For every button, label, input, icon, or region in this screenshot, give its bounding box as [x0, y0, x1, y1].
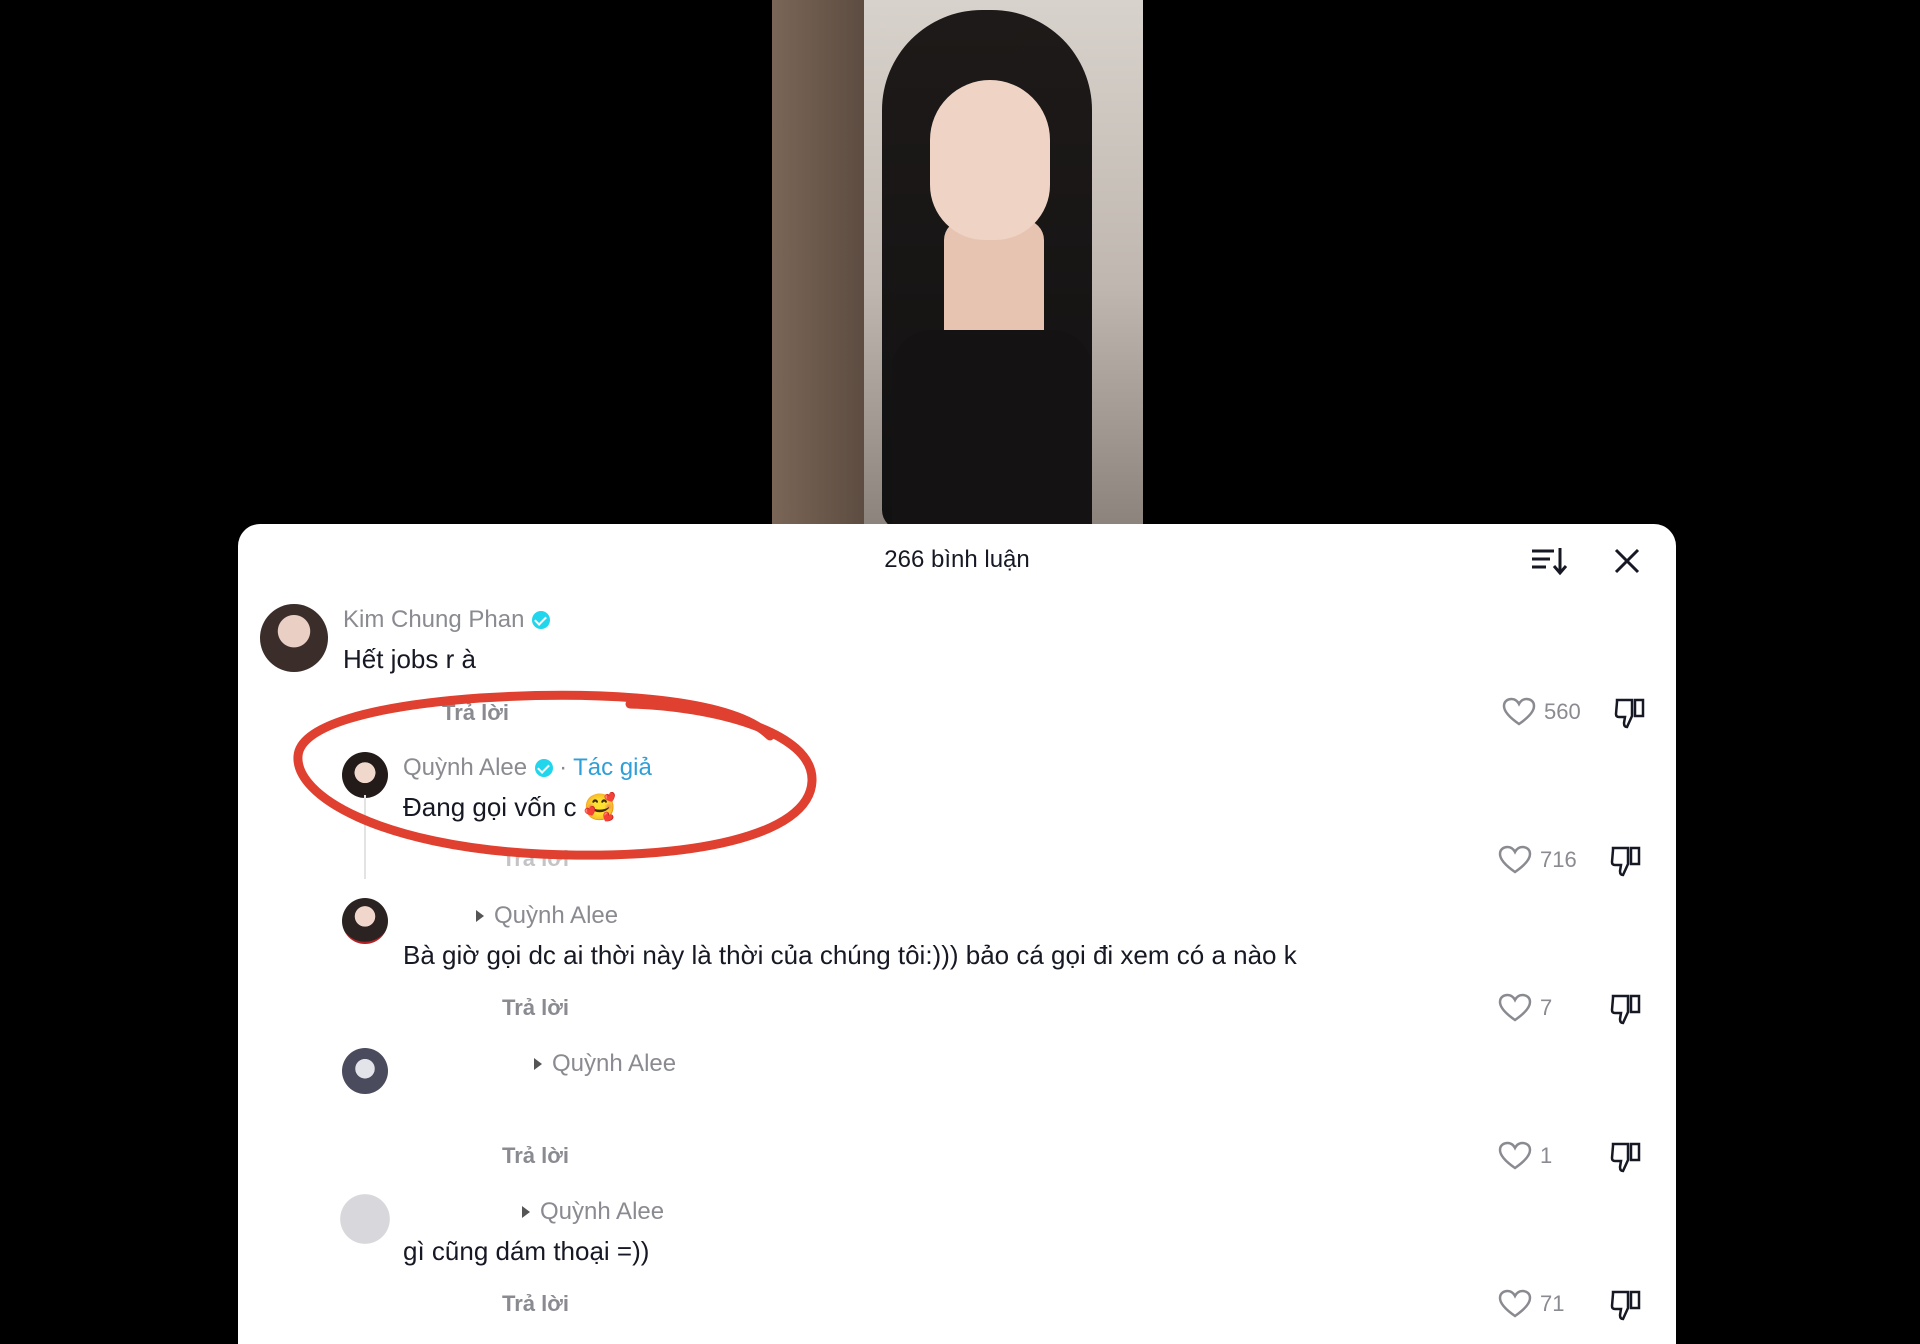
dislike-icon[interactable] [1614, 696, 1646, 730]
like-button[interactable]: 71 [1498, 1289, 1564, 1319]
thread-line [364, 795, 366, 879]
reply-to-name[interactable]: Quỳnh Alee [540, 1198, 664, 1225]
comment-reply-to: Quỳnh Alee [522, 1198, 664, 1226]
comment-reply-to: Quỳnh Alee [534, 1050, 676, 1078]
heart-icon [1498, 1141, 1532, 1170]
reply-button[interactable]: Trả lời [502, 1291, 569, 1317]
avatar[interactable] [342, 752, 388, 798]
author-name[interactable]: Quỳnh Alee [403, 754, 527, 781]
like-count: 71 [1540, 1291, 1565, 1316]
reply-button[interactable]: Trả lời [502, 846, 569, 872]
reply-arrow-icon [534, 1058, 542, 1070]
separator-dot: · [559, 754, 568, 781]
close-button[interactable] [1610, 544, 1644, 578]
video-face [930, 80, 1050, 240]
like-count: 716 [1540, 847, 1577, 872]
avatar[interactable] [342, 1048, 388, 1094]
dislike-icon[interactable] [1610, 844, 1642, 878]
comment-text: Đang gọi vốn c 🥰 [403, 792, 617, 822]
like-count: 1 [1540, 1143, 1553, 1168]
sort-button[interactable] [1528, 544, 1568, 578]
heart-icon [1498, 845, 1532, 874]
dislike-icon[interactable] [1610, 1288, 1642, 1322]
verified-icon [535, 759, 554, 777]
comment-author[interactable]: Quỳnh Alee · Tác giả [403, 754, 652, 782]
like-count: 560 [1544, 699, 1581, 724]
like-button[interactable]: 1 [1498, 1141, 1552, 1171]
reply-arrow-icon [522, 1206, 530, 1218]
video-door [772, 0, 864, 525]
sort-icon [1532, 548, 1568, 576]
dislike-icon[interactable] [1610, 1140, 1642, 1174]
heart-icon [1498, 993, 1532, 1022]
heart-icon [1498, 1289, 1532, 1318]
verified-icon [532, 611, 551, 629]
avatar[interactable] [336, 1190, 394, 1248]
reply-button[interactable]: Trả lời [442, 700, 509, 726]
comment-text: Bà giờ gọi dc ai thời này là thời của ch… [403, 940, 1297, 970]
comments-count-title: 266 bình luận [884, 546, 1030, 573]
reply-arrow-icon [476, 910, 484, 922]
like-button[interactable]: 560 [1502, 697, 1581, 727]
comment-author[interactable]: Kim Chung Phan [343, 606, 551, 634]
dislike-icon[interactable] [1610, 992, 1642, 1026]
reply-to-name[interactable]: Quỳnh Alee [552, 1050, 676, 1077]
heart-icon [1502, 697, 1536, 726]
comment-text: gì cũng dám thoại =)) [403, 1236, 650, 1266]
comment-reply-to: Quỳnh Alee [476, 902, 618, 930]
reply-to-name[interactable]: Quỳnh Alee [494, 902, 618, 929]
author-tag: Tác giả [573, 754, 652, 781]
like-button[interactable]: 716 [1498, 845, 1577, 875]
reply-button[interactable]: Trả lời [502, 995, 569, 1021]
like-count: 7 [1540, 995, 1553, 1020]
avatar[interactable] [260, 604, 328, 672]
author-name[interactable]: Kim Chung Phan [343, 606, 524, 633]
video-frame[interactable] [772, 0, 1143, 525]
avatar[interactable] [342, 898, 388, 944]
reply-button[interactable]: Trả lời [502, 1143, 569, 1169]
comment-text: Hết jobs r à [343, 644, 476, 674]
close-icon [1614, 548, 1640, 574]
like-button[interactable]: 7 [1498, 993, 1552, 1023]
video-top [892, 330, 1092, 525]
